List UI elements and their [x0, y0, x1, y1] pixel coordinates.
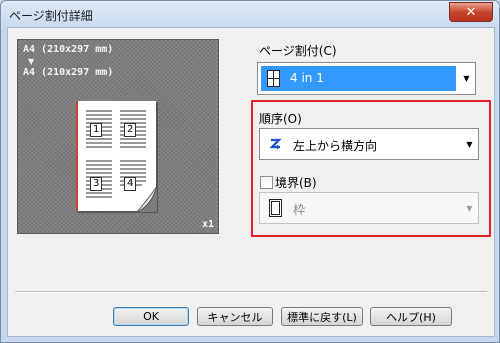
close-button[interactable]: ✕ — [449, 2, 493, 22]
down-arrow-icon: ▼ — [28, 57, 35, 66]
help-button[interactable]: ヘルプ(H) — [370, 307, 452, 326]
chevron-down-icon[interactable]: ▼ — [458, 63, 475, 94]
divider — [15, 291, 487, 293]
page-layout-label: ページ割付(C) — [259, 44, 337, 58]
border-style-select[interactable]: 枠 ▼ — [259, 192, 479, 224]
page-cell-4: 4 — [124, 177, 137, 191]
border-label: 境界(B) — [275, 176, 317, 190]
order-select[interactable]: 左上から横方向 ▼ — [259, 128, 479, 160]
title-bar[interactable]: ページ割付詳細 ✕ — [1, 1, 499, 27]
ok-button[interactable]: OK — [113, 307, 189, 326]
cancel-button[interactable]: キャンセル — [197, 307, 273, 326]
source-paper-size: A4 (210x297 mm) — [23, 44, 114, 55]
border-style-value: 枠 — [293, 203, 306, 217]
reset-button[interactable]: 標準に戻す(L) — [281, 307, 363, 326]
page-curl-icon — [137, 186, 157, 212]
page-layout-select[interactable]: 4 in 1 ▼ — [257, 62, 476, 95]
copy-count: x1 — [201, 219, 214, 230]
dialog-client-area: A4 (210x297 mm) ▼ A4 (210x297 mm) 1 2 3 … — [7, 27, 495, 337]
order-label: 順序(O) — [259, 112, 302, 126]
z-order-icon — [268, 136, 283, 152]
target-paper-size: A4 (210x297 mm) — [23, 67, 114, 78]
chevron-down-icon: ▼ — [466, 203, 473, 213]
page-cell-2: 2 — [124, 123, 137, 137]
chevron-down-icon[interactable]: ▼ — [461, 129, 478, 159]
dialog-title: ページ割付詳細 — [9, 9, 93, 23]
page-cell-1: 1 — [90, 123, 103, 137]
preview-paper: 1 2 3 4 — [76, 101, 157, 212]
frame-icon — [269, 199, 282, 217]
page-cell-3: 3 — [90, 177, 103, 191]
layout-preview: A4 (210x297 mm) ▼ A4 (210x297 mm) 1 2 3 … — [17, 39, 219, 234]
four-panel-icon — [267, 70, 280, 87]
close-icon: ✕ — [465, 4, 477, 20]
dialog-window: ページ割付詳細 ✕ A4 (210x297 mm) ▼ A4 (210x297 … — [0, 0, 500, 343]
page-layout-value: 4 in 1 — [290, 71, 324, 85]
border-checkbox[interactable] — [260, 176, 273, 189]
order-value: 左上から横方向 — [293, 139, 378, 153]
